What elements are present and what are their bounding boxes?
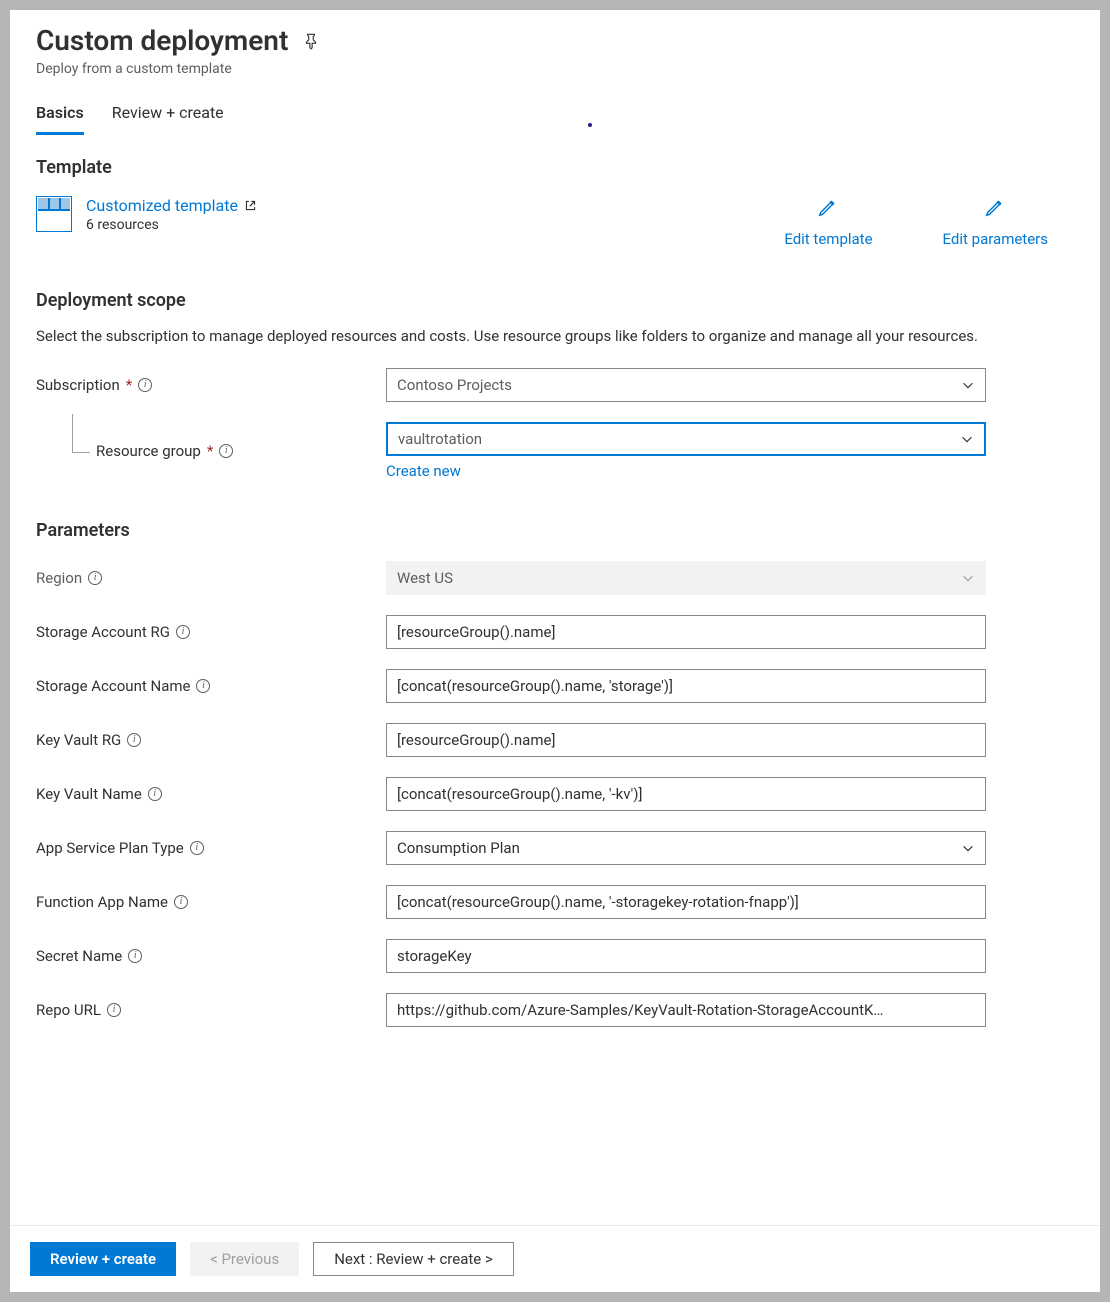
subscription-label: Subscription xyxy=(36,376,120,394)
page-subtitle: Deploy from a custom template xyxy=(36,61,1074,77)
chevron-down-icon xyxy=(961,841,975,855)
storage-account-rg-input[interactable] xyxy=(386,615,986,649)
key-vault-rg-input[interactable] xyxy=(386,723,986,757)
chevron-down-icon xyxy=(961,378,975,392)
repo-url-input[interactable] xyxy=(386,993,986,1027)
info-icon[interactable]: i xyxy=(219,444,233,458)
previous-button: < Previous xyxy=(190,1242,299,1276)
subscription-select[interactable]: Contoso Projects xyxy=(386,368,986,402)
template-icon xyxy=(36,196,72,232)
tab-review-create[interactable]: Review + create xyxy=(112,103,224,135)
function-app-name-label: Function App Name xyxy=(36,893,168,911)
repo-url-label: Repo URL xyxy=(36,1001,101,1019)
footer-bar: Review + create < Previous Next : Review… xyxy=(10,1225,1100,1292)
info-icon[interactable]: i xyxy=(174,895,188,909)
decorative-dot xyxy=(588,123,592,127)
region-label: Region xyxy=(36,569,82,587)
edit-template-label: Edit template xyxy=(784,230,872,248)
info-icon[interactable]: i xyxy=(128,949,142,963)
custom-deployment-blade: Custom deployment Deploy from a custom t… xyxy=(10,10,1100,1292)
storage-account-name-label: Storage Account Name xyxy=(36,677,190,695)
required-indicator: * xyxy=(207,442,213,460)
info-icon[interactable]: i xyxy=(127,733,141,747)
region-select: West US xyxy=(386,561,986,595)
info-icon[interactable]: i xyxy=(148,787,162,801)
edit-parameters-label: Edit parameters xyxy=(943,230,1048,248)
required-indicator: * xyxy=(126,376,132,394)
pencil-icon xyxy=(817,196,839,222)
next-button[interactable]: Next : Review + create > xyxy=(313,1242,514,1276)
secret-name-label: Secret Name xyxy=(36,947,122,965)
key-vault-name-input[interactable] xyxy=(386,777,986,811)
info-icon[interactable]: i xyxy=(138,378,152,392)
secret-name-input[interactable] xyxy=(386,939,986,973)
resource-count: 6 resources xyxy=(86,217,257,233)
customized-template-link[interactable]: Customized template xyxy=(86,196,257,215)
app-service-plan-type-select[interactable]: Consumption Plan xyxy=(386,831,986,865)
deployment-scope-description: Select the subscription to manage deploy… xyxy=(36,325,986,348)
external-link-icon xyxy=(244,196,257,215)
chevron-down-icon xyxy=(960,432,974,446)
subscription-value: Contoso Projects xyxy=(397,376,512,394)
key-vault-name-label: Key Vault Name xyxy=(36,785,142,803)
page-title: Custom deployment xyxy=(36,24,288,57)
tab-basics[interactable]: Basics xyxy=(36,103,84,135)
info-icon[interactable]: i xyxy=(190,841,204,855)
edit-parameters-button[interactable]: Edit parameters xyxy=(943,196,1048,248)
customized-template-label: Customized template xyxy=(86,196,238,215)
app-service-plan-type-label: App Service Plan Type xyxy=(36,839,184,857)
pencil-icon xyxy=(984,196,1006,222)
resource-group-label: Resource group xyxy=(96,442,201,460)
function-app-name-input[interactable] xyxy=(386,885,986,919)
info-icon[interactable]: i xyxy=(196,679,210,693)
key-vault-rg-label: Key Vault RG xyxy=(36,731,121,749)
review-create-button[interactable]: Review + create xyxy=(30,1242,176,1276)
parameters-heading: Parameters xyxy=(36,520,1074,541)
pin-icon[interactable] xyxy=(302,32,320,50)
storage-account-rg-label: Storage Account RG xyxy=(36,623,170,641)
resource-group-value: vaultrotation xyxy=(398,430,482,448)
resource-group-select[interactable]: vaultrotation xyxy=(386,422,986,456)
info-icon[interactable]: i xyxy=(107,1003,121,1017)
template-heading: Template xyxy=(36,157,1074,178)
create-new-link[interactable]: Create new xyxy=(386,462,986,480)
app-service-plan-type-value: Consumption Plan xyxy=(397,839,520,857)
storage-account-name-input[interactable] xyxy=(386,669,986,703)
edit-template-button[interactable]: Edit template xyxy=(784,196,872,248)
info-icon[interactable]: i xyxy=(176,625,190,639)
deployment-scope-heading: Deployment scope xyxy=(36,290,1074,311)
region-value: West US xyxy=(397,569,453,587)
tab-bar: Basics Review + create xyxy=(36,103,1074,135)
info-icon[interactable]: i xyxy=(88,571,102,585)
chevron-down-icon xyxy=(961,571,975,585)
